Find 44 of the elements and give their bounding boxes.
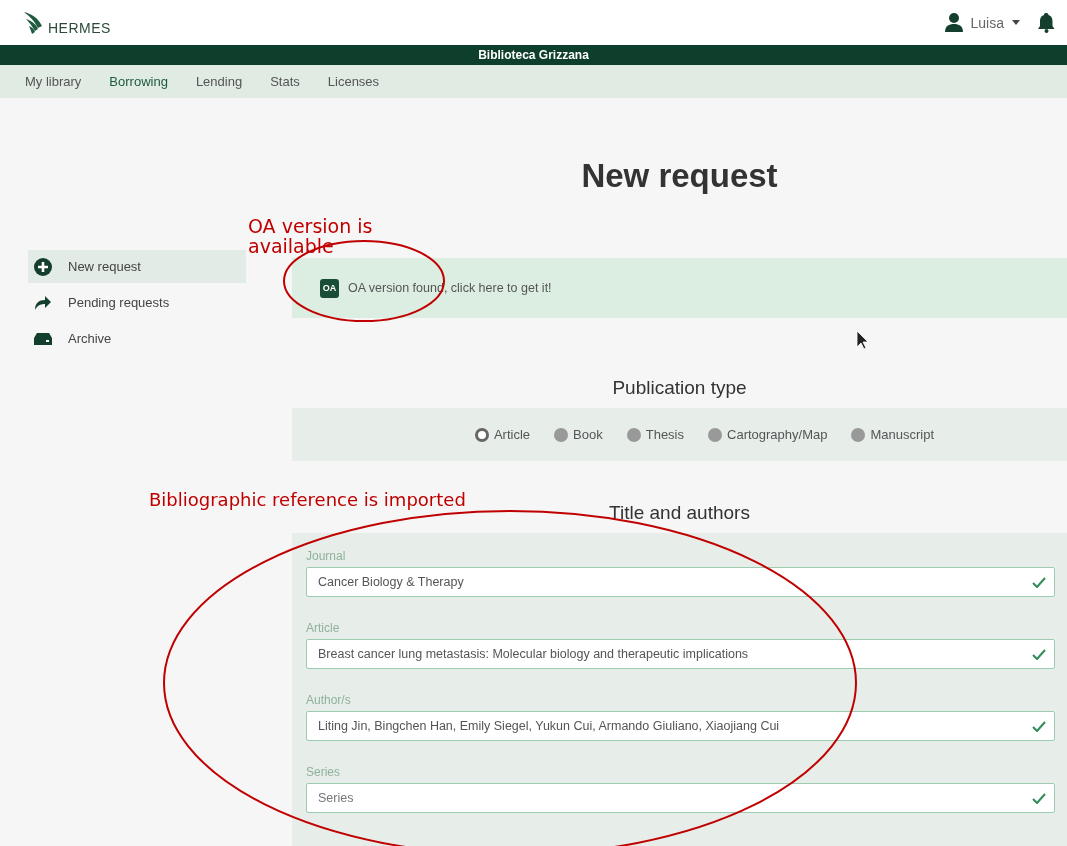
caret-icon xyxy=(1012,20,1020,25)
input-field[interactable]: Series xyxy=(306,783,1055,813)
nav-tab[interactable]: Lending xyxy=(195,74,243,89)
section-heading: Publication type xyxy=(612,376,747,400)
nav-tab[interactable]: Licenses xyxy=(327,74,380,89)
field-input[interactable]: Cancer Biology & Therapy xyxy=(316,574,1032,590)
radio-option[interactable]: Cartography/Map xyxy=(708,427,828,442)
share-arrow-icon xyxy=(34,294,52,311)
input-field[interactable]: Liting Jin, Bingchen Han, Emily Siegel, Yukun Cui, Armando Giuliano, Xiaojiang Cui xyxy=(306,711,1055,741)
user-menu[interactable]: Luisa xyxy=(970,14,1030,31)
check-icon xyxy=(1032,720,1046,732)
cursor-icon xyxy=(856,330,869,350)
check-icon xyxy=(1032,576,1046,588)
logo-text: HERMES xyxy=(48,19,111,36)
field-input[interactable]: Breast cancer lung metastasis: Molecular biology and therapeutic implications xyxy=(316,646,1032,662)
radio-option[interactable]: Article xyxy=(474,427,531,442)
page-title: New request xyxy=(580,156,779,196)
check-icon xyxy=(1032,792,1046,804)
input-field[interactable]: Breast cancer lung metastasis: Molecular biology and therapeutic implications xyxy=(306,639,1055,669)
user-icon xyxy=(944,13,963,32)
check-icon xyxy=(1032,648,1046,660)
radio-option[interactable]: Thesis xyxy=(626,427,684,442)
field-input[interactable]: Series xyxy=(316,790,1032,806)
input-field[interactable]: Cancer Biology & Therapy xyxy=(306,567,1055,597)
nav-tab[interactable]: Stats xyxy=(270,74,300,89)
sidebar-item[interactable]: New request xyxy=(28,250,246,283)
library-bar: Biblioteca Grizzana xyxy=(0,45,1067,65)
bell-icon[interactable] xyxy=(1038,12,1055,33)
field-label: Journal xyxy=(306,548,346,565)
drive-icon xyxy=(34,332,52,345)
sidebar-item[interactable]: Pending requests xyxy=(28,286,246,319)
annotation-text: Bibliographic reference is imported xyxy=(149,488,466,512)
section-heading: Title and authors xyxy=(609,501,750,525)
nav-tab[interactable]: Borrowing xyxy=(109,74,168,89)
plus-circle-icon xyxy=(34,257,52,276)
field-label: Article xyxy=(306,620,340,637)
oa-badge: OA xyxy=(320,278,339,298)
sidebar-item[interactable]: Archive xyxy=(28,322,246,355)
field-label: Series xyxy=(306,764,340,781)
field-label: Author/s xyxy=(306,692,351,709)
radio-option[interactable]: Manuscript xyxy=(851,427,935,442)
field-input[interactable]: Liting Jin, Bingchen Han, Emily Siegel, Yukun Cui, Armando Giuliano, Xiaojiang Cui xyxy=(316,718,1032,734)
nav-tab[interactable]: My library xyxy=(25,74,82,89)
radio-option[interactable]: Book xyxy=(554,427,603,442)
